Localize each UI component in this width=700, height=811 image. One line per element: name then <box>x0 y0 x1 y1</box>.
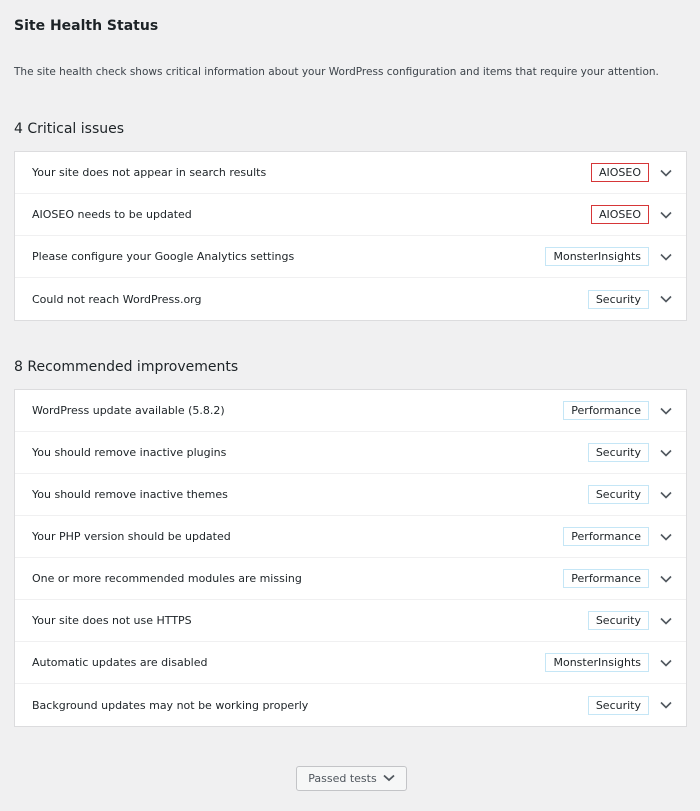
health-check-item[interactable]: Background updates may not be working pr… <box>15 684 686 726</box>
category-badge: Security <box>587 695 649 715</box>
health-check-item[interactable]: You should remove inactive themes Securit… <box>15 474 686 516</box>
passed-tests-label: Passed tests <box>308 772 377 785</box>
health-check-item-label: Please configure your Google Analytics s… <box>32 250 295 263</box>
health-check-item[interactable]: Please configure your Google Analytics s… <box>15 236 686 278</box>
chevron-down-icon[interactable] <box>660 293 672 305</box>
passed-tests-button[interactable]: Passed tests <box>296 766 407 791</box>
chevron-down-icon[interactable] <box>660 699 672 711</box>
category-badge: Security <box>587 611 649 630</box>
health-check-item-label: Background updates may not be working pr… <box>32 698 309 712</box>
health-check-item-label: Your site does not appear in search resu… <box>32 166 267 179</box>
critical-issues-list: Your site does not appear in search resu… <box>14 151 687 321</box>
category-badge: Performance <box>563 527 649 546</box>
category-badge: AIOSEO <box>590 205 649 224</box>
health-check-item[interactable]: Automatic updates are disabled MonsterIns… <box>15 642 686 684</box>
recommended-improvements-heading: 8 Recommended improvements <box>14 359 239 375</box>
chevron-down-icon[interactable] <box>660 531 672 543</box>
health-check-item[interactable]: AIOSEO needs to be updated AIOSEO <box>15 194 686 236</box>
page-description: The site health check shows critical inf… <box>14 66 659 78</box>
health-check-item-label: Automatic updates are disabled <box>32 656 208 669</box>
health-check-item[interactable]: Could not reach WordPress.org Security <box>15 278 686 320</box>
health-check-item[interactable]: You should remove inactive plugins Securi… <box>15 432 686 474</box>
page-title: Site Health Status <box>14 18 159 34</box>
chevron-down-icon[interactable] <box>660 209 672 221</box>
category-badge: Performance <box>563 569 649 588</box>
health-check-item[interactable]: Your site does not use HTTPS Security <box>15 600 686 642</box>
health-check-item-label: You should remove inactive plugins <box>32 446 227 459</box>
chevron-down-icon[interactable] <box>660 573 672 585</box>
health-check-item[interactable]: One or more recommended modules are miss… <box>15 558 686 600</box>
chevron-down-icon[interactable] <box>660 657 672 669</box>
recommended-improvements-list: WordPress update available (5.8.2) Perfor… <box>14 389 687 727</box>
health-check-item[interactable]: WordPress update available (5.8.2) Perfor… <box>15 390 686 432</box>
chevron-down-icon[interactable] <box>660 615 672 627</box>
category-badge: Security <box>587 289 649 309</box>
health-check-item-label: WordPress update available (5.8.2) <box>32 404 225 417</box>
health-check-item[interactable]: Your PHP version should be updated Perfor… <box>15 516 686 558</box>
category-badge: Performance <box>563 401 649 420</box>
category-badge: AIOSEO <box>590 163 649 182</box>
health-check-item-label: Your PHP version should be updated <box>32 530 231 543</box>
category-badge: Security <box>587 443 649 462</box>
chevron-down-icon[interactable] <box>660 405 672 417</box>
health-check-item-label: Could not reach WordPress.org <box>32 292 202 306</box>
health-check-item-label: One or more recommended modules are miss… <box>32 572 302 585</box>
health-check-item-label: Your site does not use HTTPS <box>32 614 192 627</box>
category-badge: MonsterInsights <box>545 247 649 266</box>
chevron-down-icon[interactable] <box>660 251 672 263</box>
chevron-down-icon[interactable] <box>660 447 672 459</box>
category-badge: MonsterInsights <box>545 653 649 672</box>
chevron-down-icon[interactable] <box>660 489 672 501</box>
category-badge: Security <box>587 485 649 504</box>
chevron-down-icon <box>383 772 395 785</box>
health-check-item[interactable]: Your site does not appear in search resu… <box>15 152 686 194</box>
critical-issues-heading: 4 Critical issues <box>14 121 125 137</box>
health-check-item-label: You should remove inactive themes <box>32 488 228 501</box>
health-check-item-label: AIOSEO needs to be updated <box>32 208 192 221</box>
chevron-down-icon[interactable] <box>660 167 672 179</box>
